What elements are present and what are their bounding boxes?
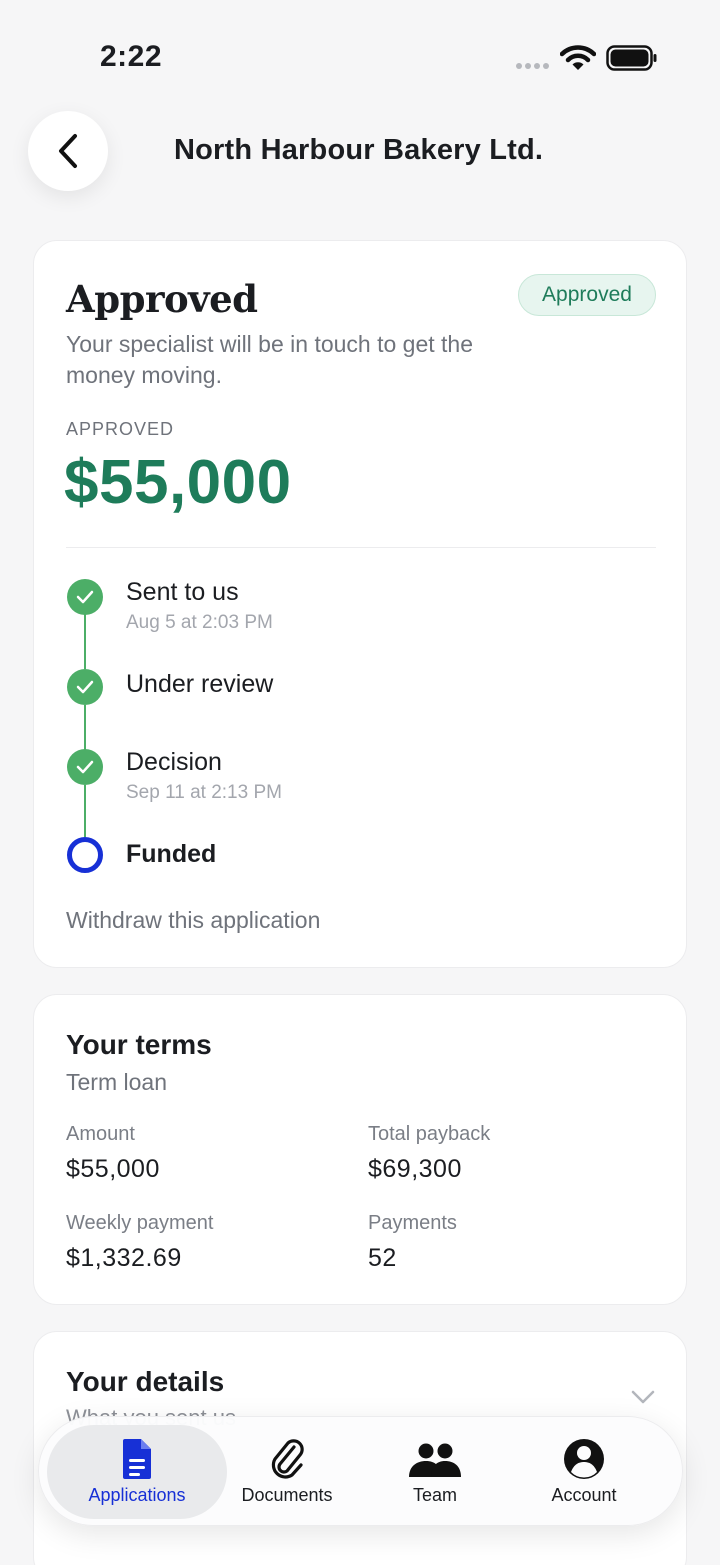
term-weekly-value: $1,332.69 bbox=[66, 1244, 182, 1272]
term-payments-value: 52 bbox=[368, 1244, 397, 1272]
account-icon bbox=[564, 1439, 604, 1479]
status-badge: Approved bbox=[518, 274, 656, 316]
term-payments-label: Payments bbox=[368, 1212, 457, 1234]
withdraw-application-link[interactable]: Withdraw this application bbox=[66, 907, 320, 934]
check-icon bbox=[76, 760, 94, 774]
page-title: North Harbour Bakery Ltd. bbox=[174, 134, 544, 166]
term-amount-value: $55,000 bbox=[66, 1155, 160, 1183]
status-description: Your specialist will be in touch to get … bbox=[66, 331, 474, 388]
battery-icon bbox=[606, 45, 657, 71]
term-amount-label: Amount bbox=[66, 1123, 135, 1145]
team-icon bbox=[409, 1443, 461, 1477]
term-total-label: Total payback bbox=[368, 1123, 491, 1145]
tab-label: Documents bbox=[241, 1485, 333, 1505]
application-status-card: Approved Approved Your specialist will b… bbox=[33, 240, 687, 968]
signal-icon bbox=[516, 63, 549, 69]
terms-card: Your terms Term loan Amount $55,000 Tota… bbox=[33, 994, 687, 1305]
step-complete-icon bbox=[67, 669, 103, 705]
back-button[interactable] bbox=[28, 111, 108, 191]
term-total-value: $69,300 bbox=[368, 1155, 462, 1183]
step-date: Aug 5 at 2:03 PM bbox=[126, 612, 273, 633]
tab-label: Team bbox=[412, 1485, 457, 1505]
chevron-down-icon[interactable] bbox=[630, 1388, 656, 1406]
details-heading: Your details bbox=[66, 1366, 225, 1397]
wifi-icon bbox=[560, 45, 596, 70]
step-label: Sent to us bbox=[126, 578, 239, 606]
step-complete-icon bbox=[67, 749, 103, 785]
tab-account[interactable]: Account bbox=[494, 1425, 674, 1519]
status-bar: 2:22 bbox=[0, 0, 720, 100]
document-icon bbox=[123, 1439, 151, 1479]
step-pending-icon bbox=[67, 837, 103, 873]
terms-subtitle: Term loan bbox=[66, 1069, 167, 1095]
step-label: Under review bbox=[126, 670, 274, 698]
terms-heading: Your terms bbox=[66, 1029, 212, 1060]
step-label: Funded bbox=[126, 840, 217, 868]
divider bbox=[66, 547, 656, 548]
step-date: Sep 11 at 2:13 PM bbox=[126, 782, 282, 803]
check-icon bbox=[76, 680, 94, 694]
check-icon bbox=[76, 590, 94, 604]
approved-amount: $55,000 bbox=[64, 448, 292, 517]
step-complete-icon bbox=[67, 579, 103, 615]
timeline-connector bbox=[84, 785, 86, 837]
status-time: 2:22 bbox=[100, 40, 163, 73]
tab-label: Applications bbox=[88, 1485, 186, 1505]
timeline-connector bbox=[84, 705, 86, 751]
term-weekly-label: Weekly payment bbox=[66, 1212, 214, 1234]
timeline-connector bbox=[84, 613, 86, 669]
approved-amount-label: APPROVED bbox=[66, 419, 175, 439]
status-heading: Approved bbox=[66, 277, 258, 321]
paperclip-icon bbox=[271, 1439, 304, 1479]
step-label: Decision bbox=[126, 748, 222, 776]
tab-label: Account bbox=[551, 1485, 617, 1505]
bottom-tab-bar: Applications Documents Team Account bbox=[38, 1416, 683, 1526]
chevron-left-icon bbox=[59, 134, 77, 168]
